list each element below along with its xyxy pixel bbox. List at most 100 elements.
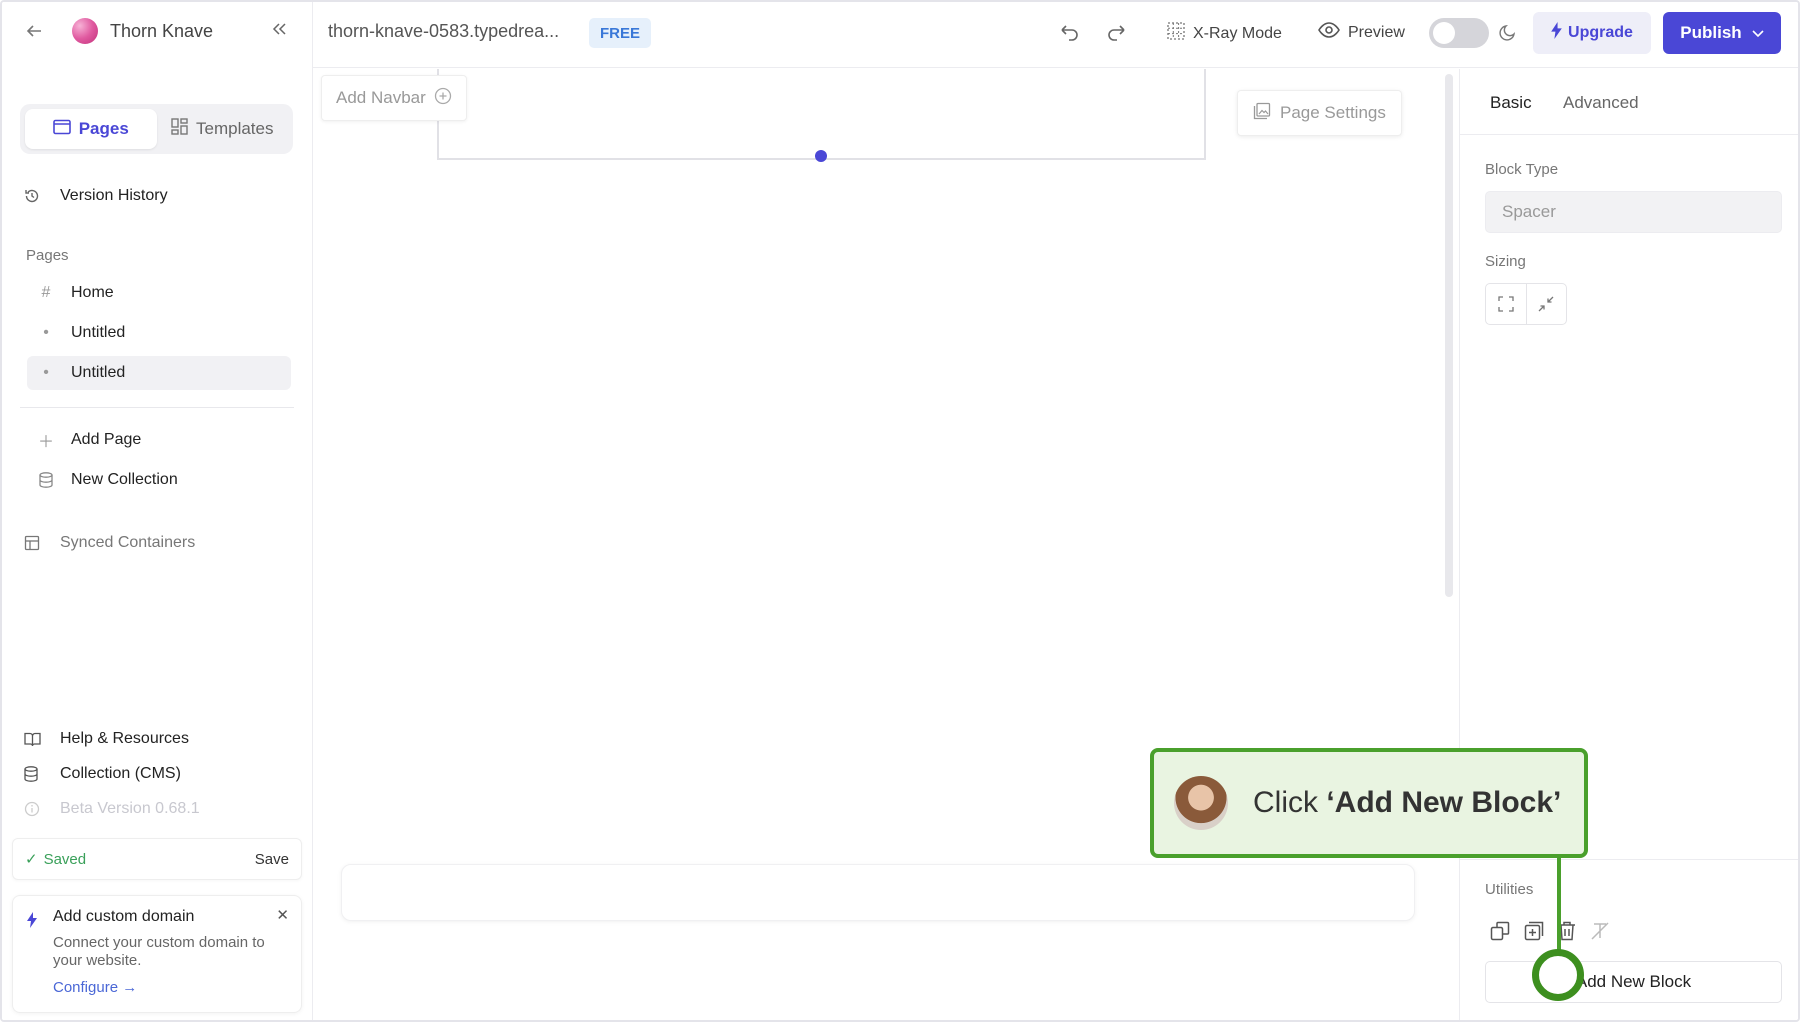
pages-section-label: Pages [26, 247, 69, 264]
page-settings-button[interactable]: Page Settings [1237, 90, 1402, 136]
page-item-label: Untitled [71, 364, 126, 381]
redo-icon[interactable] [1106, 20, 1128, 47]
guide-avatar [1174, 776, 1228, 830]
add-navbar-button[interactable]: Add Navbar [321, 75, 467, 121]
properties-tabs: Basic Advanced [1460, 69, 1798, 135]
synced-containers-link[interactable]: Synced Containers [24, 526, 290, 560]
custom-domain-title: Add custom domain [53, 908, 195, 925]
new-collection-button[interactable]: New Collection [27, 463, 291, 497]
sizing-controls [1485, 283, 1567, 325]
tutorial-target: ‘Add New Block’ [1326, 786, 1562, 819]
sidebar-tabs: Pages Templates [20, 104, 293, 154]
upgrade-label: Upgrade [1568, 24, 1633, 41]
image-stack-icon [1253, 102, 1271, 125]
browser-window-icon [52, 119, 71, 140]
sidebar-header: Thorn Knave [22, 16, 292, 46]
collection-cms-label: Collection (CMS) [60, 765, 181, 782]
plan-badge: FREE [589, 18, 652, 48]
moon-icon[interactable] [1499, 23, 1517, 46]
preview-button[interactable]: Preview [1318, 22, 1405, 43]
clear-format-icon[interactable] [1590, 921, 1610, 946]
custom-domain-description: Connect your custom domain to your websi… [53, 934, 265, 969]
plus-circle-icon [434, 87, 452, 110]
app-window: Thorn Knave Pages Templates Version Hist… [0, 0, 1800, 1022]
add-block-below-icon[interactable] [1524, 921, 1544, 946]
preview-label: Preview [1348, 23, 1405, 41]
navbar-placeholder-block[interactable] [437, 69, 1206, 162]
custom-domain-card: ✕ Add custom domain Connect your custom … [12, 895, 302, 1013]
shrink-icon[interactable] [1525, 284, 1567, 324]
add-new-block-button[interactable]: Add New Block [1485, 961, 1782, 1003]
publish-label: Publish [1680, 23, 1742, 42]
collapse-sidebar-icon[interactable] [270, 20, 288, 43]
dot-icon: • [43, 324, 49, 341]
info-icon [24, 801, 46, 817]
version-history-link[interactable]: Version History [24, 179, 290, 213]
lightning-icon [1551, 22, 1562, 44]
collection-cms-link[interactable]: Collection (CMS) [24, 757, 290, 791]
dotted-grid-icon [1167, 22, 1185, 45]
save-status-bar: ✓ Saved Save [12, 838, 302, 880]
back-arrow-icon[interactable] [22, 19, 46, 43]
utilities-label: Utilities [1485, 881, 1534, 898]
tab-basic[interactable]: Basic [1490, 93, 1532, 113]
eye-icon [1318, 22, 1340, 43]
canvas-scrollbar[interactable] [1445, 74, 1453, 597]
check-icon: ✓ [25, 851, 38, 868]
expand-icon[interactable] [1486, 284, 1526, 324]
editor-canvas[interactable]: Add Navbar Page Settings [313, 69, 1459, 1020]
synced-containers-label: Synced Containers [60, 534, 196, 551]
block-type-label: Block Type [1485, 161, 1559, 178]
saved-status-label: Saved [43, 850, 87, 868]
tab-pages[interactable]: Pages [25, 109, 157, 149]
page-item-label: Home [71, 284, 114, 301]
publish-button[interactable]: Publish [1663, 12, 1781, 54]
database-icon [35, 472, 57, 488]
xray-mode-button[interactable]: X-Ray Mode [1167, 22, 1282, 45]
version-history-label: Version History [60, 187, 168, 204]
page-settings-label: Page Settings [1280, 103, 1386, 122]
sizing-label: Sizing [1485, 253, 1526, 270]
click-indicator-dot [1547, 964, 1569, 986]
help-resources-link[interactable]: Help & Resources [24, 722, 290, 756]
resize-handle[interactable] [815, 150, 827, 162]
save-button[interactable]: Save [255, 851, 289, 868]
page-item-untitled-1[interactable]: • Untitled [27, 316, 291, 350]
layout-grid-icon [171, 118, 188, 140]
history-icon [24, 188, 46, 204]
saved-status: ✓ Saved [25, 850, 87, 869]
chevron-down-icon [1752, 23, 1764, 43]
top-toolbar: thorn-knave-0583.typedrea... FREE X-Ray … [313, 2, 1798, 68]
footer-block-placeholder[interactable] [341, 864, 1415, 921]
configure-link[interactable]: Configure → [53, 979, 287, 996]
beta-version-info: Beta Version 0.68.1 [24, 792, 290, 826]
xray-mode-label: X-Ray Mode [1193, 24, 1282, 42]
help-resources-label: Help & Resources [60, 730, 189, 747]
upgrade-button[interactable]: Upgrade [1533, 12, 1651, 54]
close-icon[interactable]: ✕ [276, 906, 289, 924]
tab-templates[interactable]: Templates [157, 109, 289, 149]
add-page-button[interactable]: ＋ Add Page [27, 423, 291, 457]
page-item-untitled-2[interactable]: • Untitled [27, 356, 291, 390]
tab-templates-label: Templates [196, 119, 274, 138]
site-domain[interactable]: thorn-knave-0583.typedrea... [328, 21, 559, 42]
toggle-knob [1433, 22, 1455, 44]
tab-advanced[interactable]: Advanced [1563, 93, 1639, 113]
layout-icon [24, 535, 46, 551]
sidebar: Thorn Knave Pages Templates Version Hist… [2, 2, 313, 1020]
page-item-label: Untitled [71, 324, 126, 341]
hash-icon: # [41, 284, 51, 301]
undo-icon[interactable] [1058, 20, 1080, 47]
dot-icon: • [43, 364, 49, 381]
page-item-home[interactable]: # Home [27, 276, 291, 310]
site-name: Thorn Knave [110, 20, 214, 41]
panel-divider [1460, 859, 1798, 860]
add-navbar-label: Add Navbar [336, 88, 426, 107]
tutorial-message: Click ‘Add New Block’ [1253, 786, 1561, 820]
dark-mode-toggle[interactable] [1429, 18, 1489, 48]
book-icon [24, 732, 46, 747]
tab-pages-label: Pages [78, 119, 129, 138]
beta-version-label: Beta Version 0.68.1 [60, 800, 200, 817]
duplicate-icon[interactable] [1490, 921, 1510, 946]
utility-actions [1490, 921, 1610, 946]
